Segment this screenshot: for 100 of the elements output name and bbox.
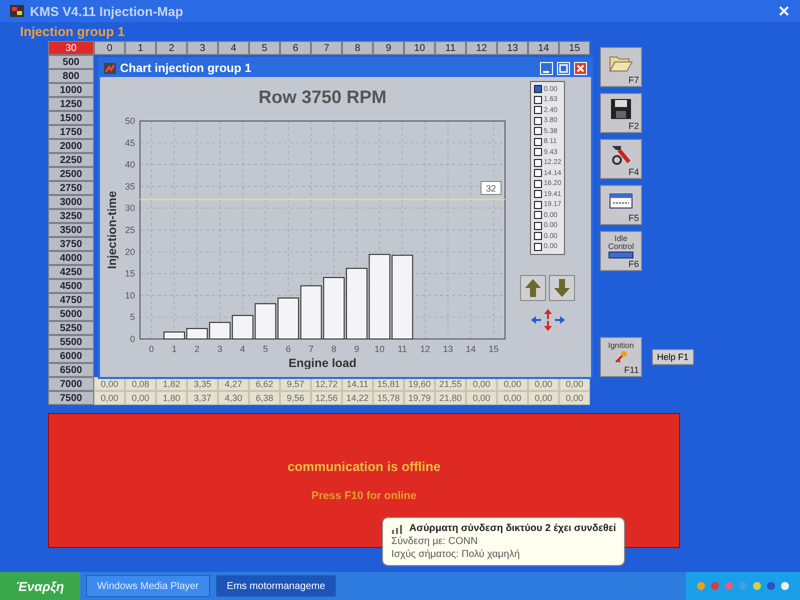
toolbar-button[interactable]: F7 [600,47,642,87]
column-header[interactable]: 9 [373,41,404,55]
legend-checkbox[interactable] [534,106,542,114]
row-header[interactable]: 6000 [48,349,94,363]
table-cell[interactable]: 0,00 [497,391,528,405]
toolbar-button[interactable]: Idle Control F6 [600,231,642,271]
table-cell[interactable]: 1,80 [156,391,187,405]
up-arrow-icon[interactable] [544,309,552,319]
table-cell[interactable]: 6,38 [249,391,280,405]
row-header[interactable]: 2250 [48,153,94,167]
row-header[interactable]: 4250 [48,265,94,279]
ignition-button[interactable]: Ignition F11 [600,337,642,377]
down-arrow-button[interactable] [549,275,575,301]
row-header[interactable]: 5250 [48,321,94,335]
column-header[interactable]: 8 [342,41,373,55]
toolbar-button[interactable]: F5 [600,185,642,225]
table-cell[interactable]: 21,80 [435,391,466,405]
row-header[interactable]: 4000 [48,251,94,265]
column-header[interactable]: 4 [218,41,249,55]
row-header[interactable]: 1000 [48,83,94,97]
legend-checkbox[interactable] [534,96,542,104]
table-cell[interactable]: 0,00 [559,391,590,405]
column-header[interactable]: 14 [528,41,559,55]
close-icon[interactable] [574,62,587,74]
right-arrow-icon[interactable] [554,316,564,324]
row-header[interactable]: 5500 [48,335,94,349]
legend-checkbox[interactable] [534,190,542,198]
notification-title: Ασύρματη σύνδεση δικτύου 2 έχει συνδεθεί [409,523,616,534]
table-cell[interactable]: 14,22 [342,391,373,405]
column-header[interactable]: 15 [559,41,590,55]
row-header[interactable]: 4750 [48,293,94,307]
table-cell[interactable]: 4,30 [218,391,249,405]
group-title: Injection group 1 [19,23,126,41]
down-arrow-icon[interactable] [544,321,552,331]
legend-checkbox[interactable] [534,148,542,156]
toolbar-button[interactable]: F4 [600,139,642,179]
row-header[interactable]: 4500 [48,279,94,293]
row-header[interactable]: 3500 [48,223,94,237]
legend-checkbox[interactable] [534,211,542,220]
legend-checkbox[interactable] [534,242,542,251]
table-cell[interactable]: 0,00 [528,391,559,405]
legend-checkbox[interactable] [534,158,542,167]
row-header[interactable]: 2500 [48,167,94,181]
column-header[interactable]: 1 [125,41,156,55]
legend-checkbox[interactable] [534,138,542,146]
table-cell[interactable]: 9,56 [280,391,311,405]
column-header[interactable]: 3 [187,41,218,55]
column-header[interactable]: 6 [280,41,311,55]
row-header[interactable]: 1750 [48,125,94,139]
column-header[interactable]: 5 [249,41,280,55]
row-header[interactable]: 5000 [48,307,94,321]
row-header[interactable]: 7500 [48,391,94,405]
legend-checkbox[interactable] [534,232,542,240]
column-header[interactable]: 7 [311,41,342,55]
column-header[interactable]: 12 [466,41,497,55]
row-header[interactable]: 500 [48,55,94,69]
row-header[interactable]: 800 [48,69,94,83]
row-header[interactable]: 1500 [48,111,94,125]
legend-checkbox[interactable] [534,127,542,136]
legend-checkbox[interactable] [534,85,542,94]
row-header[interactable]: 3750 [48,237,94,251]
row-header[interactable]: 7000 [48,377,94,391]
table-cell[interactable]: 3,37 [187,391,218,405]
y-tick-label: 40 [124,160,135,170]
close-icon[interactable] [778,5,790,17]
row-header[interactable]: 2750 [48,181,94,195]
row-header[interactable]: 2000 [48,139,94,153]
chart-icon [104,62,116,74]
up-arrow-button[interactable] [520,275,546,301]
table-cell[interactable]: 12,56 [311,391,342,405]
column-header[interactable]: 2 [156,41,187,55]
legend-checkbox[interactable] [534,169,542,178]
legend-checkbox[interactable] [534,222,542,230]
table-cell[interactable]: 0,00 [94,391,125,405]
help-button[interactable]: Help F1 [652,349,694,365]
row-header[interactable]: 3250 [48,209,94,223]
column-header[interactable]: 10 [404,41,435,55]
legend-checkbox[interactable] [534,180,542,188]
left-arrow-icon[interactable] [530,316,540,324]
chart-title: Row 3750 RPM [258,87,387,107]
row-header[interactable]: 1250 [48,97,94,111]
table-cell[interactable]: 0,00 [125,391,156,405]
ref-line-label: 32 [486,183,496,194]
y-tick-label: 20 [124,246,135,257]
table-cell[interactable]: 15,78 [373,391,404,405]
minimize-icon[interactable] [540,62,553,74]
table-cell[interactable]: 19,79 [404,391,435,405]
row-header[interactable]: 6500 [48,363,94,377]
legend-checkbox[interactable] [534,200,542,209]
taskbar-button[interactable]: Ems motormanageme [216,575,336,597]
column-header[interactable]: 0 [94,41,125,55]
toolbar-button[interactable]: F2 [600,93,642,133]
row-header[interactable]: 3000 [48,195,94,209]
key-icon [614,350,628,364]
maximize-icon[interactable] [557,62,570,74]
column-header[interactable]: 13 [497,41,528,55]
column-header[interactable]: 11 [435,41,466,55]
table-cell[interactable]: 0,00 [466,391,497,405]
legend-checkbox[interactable] [534,116,542,125]
notification-text: Σύνδεση με: CONN [391,536,479,547]
